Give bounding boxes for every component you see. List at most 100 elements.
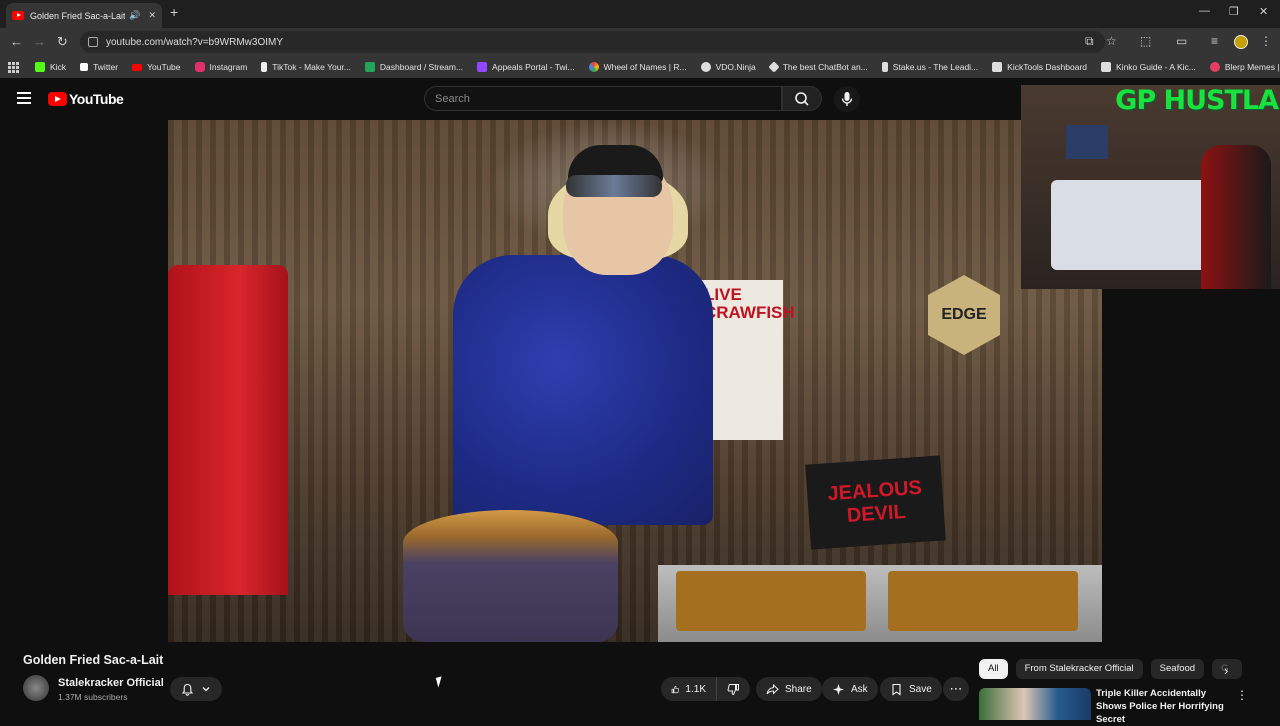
bookmark-youtube[interactable]: YouTube	[132, 62, 181, 72]
youtube-play-icon	[48, 92, 67, 106]
kinko-icon	[1101, 62, 1112, 72]
bookmark-wheel-of-names[interactable]: Wheel of Names | R...	[588, 62, 687, 72]
gaming-chair	[1201, 145, 1271, 289]
restore-button[interactable]: ❐	[1229, 5, 1239, 18]
youtube-logo[interactable]: YouTube	[48, 91, 124, 107]
chatbot-icon	[768, 61, 780, 73]
cast-icon[interactable]: ▭	[1176, 34, 1187, 48]
chip-all[interactable]: All	[979, 659, 1008, 679]
bookmark-star-icon[interactable]: ☆	[1106, 34, 1117, 48]
red-fridge	[168, 265, 288, 595]
video-title: Golden Fried Sac-a-Lait	[23, 653, 164, 667]
vdo-ninja-icon	[700, 62, 711, 72]
chip-from-channel[interactable]: From Stalekracker Official	[1015, 659, 1143, 679]
save-button[interactable]: Save	[880, 677, 942, 701]
search-input[interactable]: Search	[424, 86, 782, 111]
close-tab-icon[interactable]: ✕	[148, 10, 156, 21]
fryer-oil-right	[888, 571, 1078, 631]
dislike-button[interactable]	[716, 677, 750, 701]
browser-tab-active[interactable]: Golden Fried Sac-a-Lait - Yo 🔊 ✕	[6, 3, 162, 28]
new-tab-button[interactable]: +	[170, 4, 178, 20]
bell-icon	[182, 683, 194, 696]
more-horizontal-icon: ⋯	[949, 681, 963, 696]
chef-goggles	[566, 175, 662, 197]
recommendation-thumbnail[interactable]	[979, 688, 1091, 720]
bookmark-dashboard-stream[interactable]: Dashboard / Stream...	[364, 62, 463, 72]
forward-arrow-icon[interactable]: →	[33, 34, 46, 49]
flag-frame	[1066, 125, 1108, 159]
bookmark-blerp[interactable]: Blerp Memes | Best...	[1209, 62, 1280, 72]
bookmarks-bar: Kick Twitter YouTube Instagram TikTok - …	[0, 56, 1280, 78]
bookmark-kinko-guide[interactable]: Kinko Guide - A Kic...	[1101, 62, 1196, 72]
webcam-overlay: GP HUSTLA	[1021, 85, 1280, 289]
chevron-down-icon	[202, 687, 210, 692]
install-app-icon[interactable]: ⧉	[1085, 34, 1094, 49]
extensions-icon[interactable]: ⬚	[1140, 34, 1151, 48]
like-button[interactable]: 1.1K	[661, 677, 716, 701]
channel-avatar[interactable]	[23, 675, 49, 701]
bookmark-stake[interactable]: Stake.us - The Leadi...	[881, 62, 978, 72]
recommendation-title[interactable]: Triple Killer Accidentally Shows Police …	[1096, 688, 1236, 726]
browser-toolbar: ← → ↻ youtube.com/watch?v=b9WRMw3OIMY ⧉ …	[0, 28, 1280, 56]
browser-tab-strip: Golden Fried Sac-a-Lait - Yo 🔊 ✕ + — ❐ ✕	[0, 0, 1280, 28]
bookmark-chatbot[interactable]: The best ChatBot an...	[768, 61, 868, 73]
bookmark-tiktok[interactable]: TikTok - Make Your...	[261, 62, 351, 72]
chrome-menu-icon[interactable]: ⋮	[1260, 34, 1272, 48]
reload-icon[interactable]: ↻	[57, 34, 68, 50]
speaker-icon[interactable]: 🔊	[129, 10, 140, 21]
recommendation-menu-icon[interactable]: ⋮	[1236, 688, 1248, 702]
url-text: youtube.com/watch?v=b9WRMw3OIMY	[106, 36, 284, 48]
bookmark-vdo-ninja[interactable]: VDO.Ninja	[700, 62, 756, 72]
jealous-devil-sign: JEALOUS DEVIL	[805, 455, 946, 550]
search-button[interactable]	[782, 86, 822, 111]
subscriber-count: 1.37M subscribers	[58, 692, 128, 702]
hamburger-menu-icon[interactable]	[17, 92, 31, 104]
ask-button[interactable]: Ask	[822, 677, 878, 701]
notification-bell-button[interactable]	[170, 677, 222, 701]
sparkle-icon	[833, 683, 844, 695]
bookmark-twitter[interactable]: Twitter	[80, 62, 118, 72]
kick-icon	[35, 62, 45, 72]
share-icon	[766, 683, 779, 695]
search-icon	[795, 92, 809, 106]
batter-pot	[403, 510, 618, 642]
thumbs-up-icon	[671, 685, 680, 693]
twitter-icon	[80, 63, 89, 71]
youtube-favicon-icon	[12, 11, 24, 20]
webcam-overlay-text: GP HUSTLA	[1115, 85, 1279, 116]
deep-fryer	[658, 565, 1102, 642]
mouse-cursor	[435, 676, 445, 688]
bookmark-appeals-portal[interactable]: Appeals Portal - Twi...	[477, 62, 575, 72]
related-chips: All From Stalekracker Official Seafood G	[979, 659, 1243, 679]
thumbs-down-icon	[727, 683, 739, 695]
channel-name[interactable]: Stalekracker Official	[58, 677, 164, 689]
address-bar[interactable]: youtube.com/watch?v=b9WRMw3OIMY	[80, 31, 1105, 53]
apps-grid-icon[interactable]	[8, 61, 19, 73]
bookmark-instagram[interactable]: Instagram	[194, 62, 247, 72]
more-actions-button[interactable]: ⋯	[943, 677, 969, 701]
voice-search-button[interactable]	[834, 86, 860, 112]
microphone-icon	[841, 92, 853, 106]
bookmark-kicktools[interactable]: KickTools Dashboard	[992, 62, 1087, 72]
minimize-button[interactable]: —	[1199, 5, 1210, 17]
youtube-logo-text: YouTube	[69, 91, 124, 107]
profile-avatar[interactable]	[1234, 35, 1248, 49]
share-button[interactable]: Share	[756, 677, 822, 701]
dashboard-icon	[364, 62, 375, 72]
instagram-icon	[194, 62, 205, 72]
back-arrow-icon[interactable]: ←	[10, 34, 23, 49]
chevron-right-icon[interactable]: ›	[1224, 663, 1228, 678]
close-window-button[interactable]: ✕	[1259, 5, 1268, 18]
youtube-icon	[132, 63, 143, 71]
wheel-icon	[588, 62, 599, 72]
bookmark-kick[interactable]: Kick	[35, 62, 66, 72]
kicktools-icon	[992, 62, 1003, 72]
bookmark-icon	[892, 683, 901, 696]
video-player[interactable]: LIVE CRAWFISH EDGE JEALOUS DEVIL	[168, 120, 1102, 642]
media-control-icon[interactable]: ≡	[1211, 34, 1218, 48]
chip-seafood[interactable]: Seafood	[1150, 659, 1205, 679]
tiktok-icon	[261, 62, 268, 72]
site-info-icon[interactable]	[88, 37, 98, 47]
tab-title: Golden Fried Sac-a-Lait - Yo	[30, 10, 126, 21]
chef-shirt	[453, 255, 713, 525]
